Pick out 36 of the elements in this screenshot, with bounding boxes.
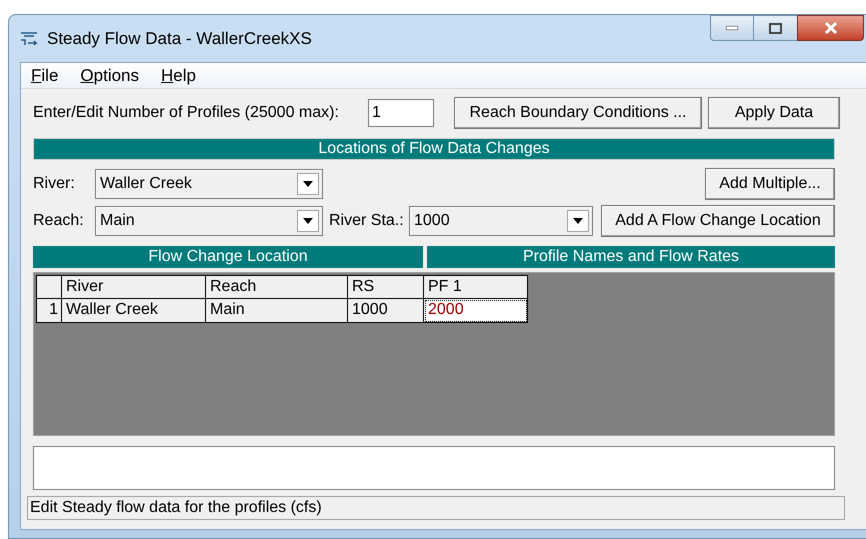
maximize-icon [769,22,782,34]
column-header: RS [348,275,424,299]
group-header: Flow Change Location [33,246,423,268]
row-number: 1 [36,299,62,323]
dialog-button[interactable]: Reach Boundary Conditions ... [454,97,702,129]
table-cell: 1000 [348,299,424,323]
dialog-button[interactable]: Add Multiple... [705,168,835,200]
column-header: PF 1 [424,275,528,299]
corner-cell [36,275,62,299]
column-header: Reach [206,275,348,299]
reach-dropdown[interactable]: Main [95,206,323,236]
river-label: River: [33,174,76,194]
table-cell: Waller Creek [62,299,206,323]
menu-item[interactable]: Help [161,62,196,88]
maximize-button[interactable] [754,15,797,41]
river-dropdown[interactable]: Waller Creek [95,169,323,199]
window-title: Steady Flow Data - WallerCreekXS [47,28,312,50]
table-cell: Main [206,299,348,323]
menu-item[interactable]: File [31,62,58,88]
close-button[interactable] [797,15,864,41]
river-station-label: River Sta.: [329,211,405,231]
status-bar: Edit Steady flow data for the profiles (cfs) [27,496,845,520]
dialog-button[interactable]: Apply Data [708,97,840,129]
close-icon [824,22,838,34]
menu-item[interactable]: Options [80,62,140,88]
profiles-label: Enter/Edit Number of Profiles (25000 max): [33,103,340,123]
minimize-icon [726,26,738,30]
table-cell[interactable]: 2000 [424,299,528,323]
river-station-dropdown[interactable]: 1000 [409,206,593,236]
group-header: Profile Names and Flow Rates [427,246,835,268]
profiles-input[interactable]: 1 [368,99,434,127]
flow-app-icon [19,30,39,48]
reach-label: Reach: [33,211,85,231]
section-header: Locations of Flow Data Changes [33,138,835,160]
dialog-button[interactable]: Add A Flow Change Location [601,205,835,237]
column-header: River [62,275,206,299]
